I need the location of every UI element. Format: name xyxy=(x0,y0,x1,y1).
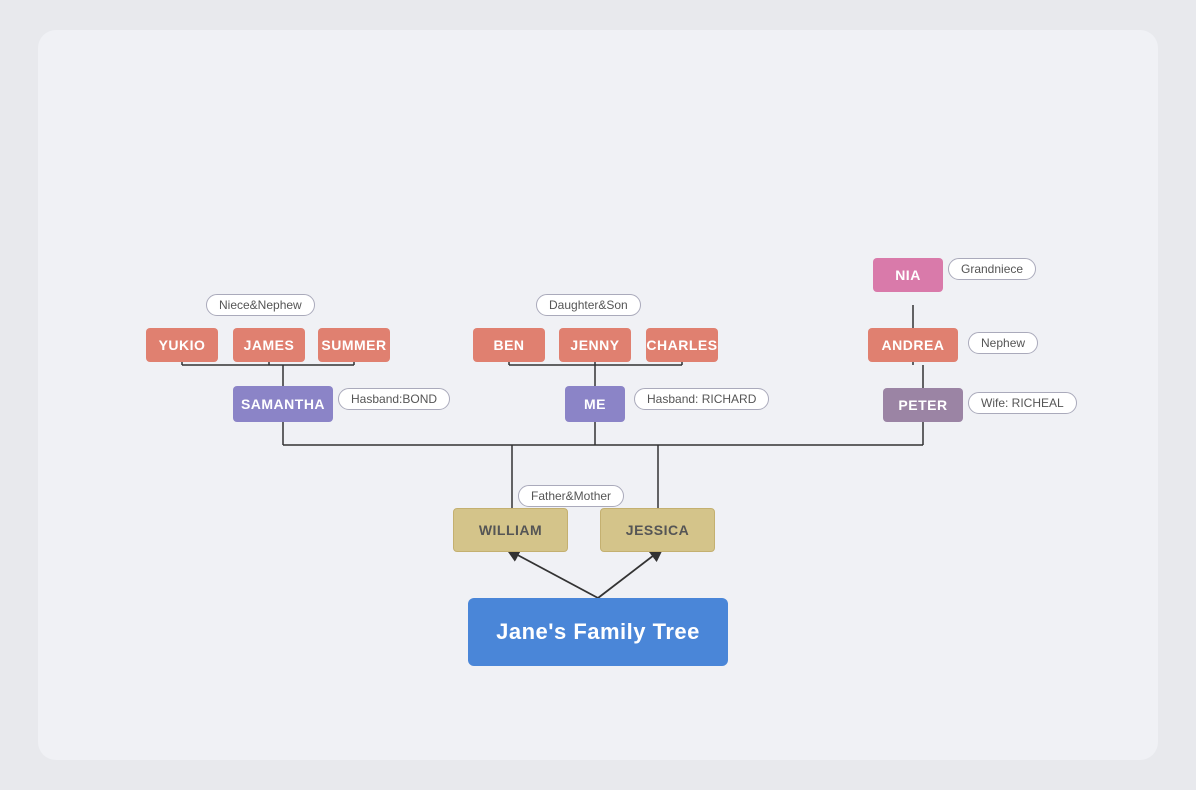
jessica-node[interactable]: JESSICA xyxy=(600,508,715,552)
husband-richard-label: Hasband: RICHARD xyxy=(634,388,769,410)
nia-node[interactable]: NIA xyxy=(873,258,943,292)
charles-node[interactable]: CHARLES xyxy=(646,328,718,362)
me-node[interactable]: ME xyxy=(565,386,625,422)
daughter-son-label: Daughter&Son xyxy=(536,294,641,316)
yukio-node[interactable]: YUKIO xyxy=(146,328,218,362)
jane-node[interactable]: Jane's Family Tree xyxy=(468,598,728,666)
jenny-node[interactable]: JENNY xyxy=(559,328,631,362)
wife-richeal-label: Wife: RICHEAL xyxy=(968,392,1077,414)
husband-bond-label: Hasband:BOND xyxy=(338,388,450,410)
canvas: Jane's Family Tree Father&Mother WILLIAM… xyxy=(38,30,1158,760)
samantha-node[interactable]: SAMANTHA xyxy=(233,386,333,422)
peter-node[interactable]: PETER xyxy=(883,388,963,422)
ben-node[interactable]: BEN xyxy=(473,328,545,362)
summer-node[interactable]: SUMMER xyxy=(318,328,390,362)
andrea-node[interactable]: ANDREA xyxy=(868,328,958,362)
james-node[interactable]: JAMES xyxy=(233,328,305,362)
william-node[interactable]: WILLIAM xyxy=(453,508,568,552)
nephew-label: Nephew xyxy=(968,332,1038,354)
father-mother-label: Father&Mother xyxy=(518,485,624,507)
niece-nephew-label: Niece&Nephew xyxy=(206,294,315,316)
grandniece-label: Grandniece xyxy=(948,258,1036,280)
